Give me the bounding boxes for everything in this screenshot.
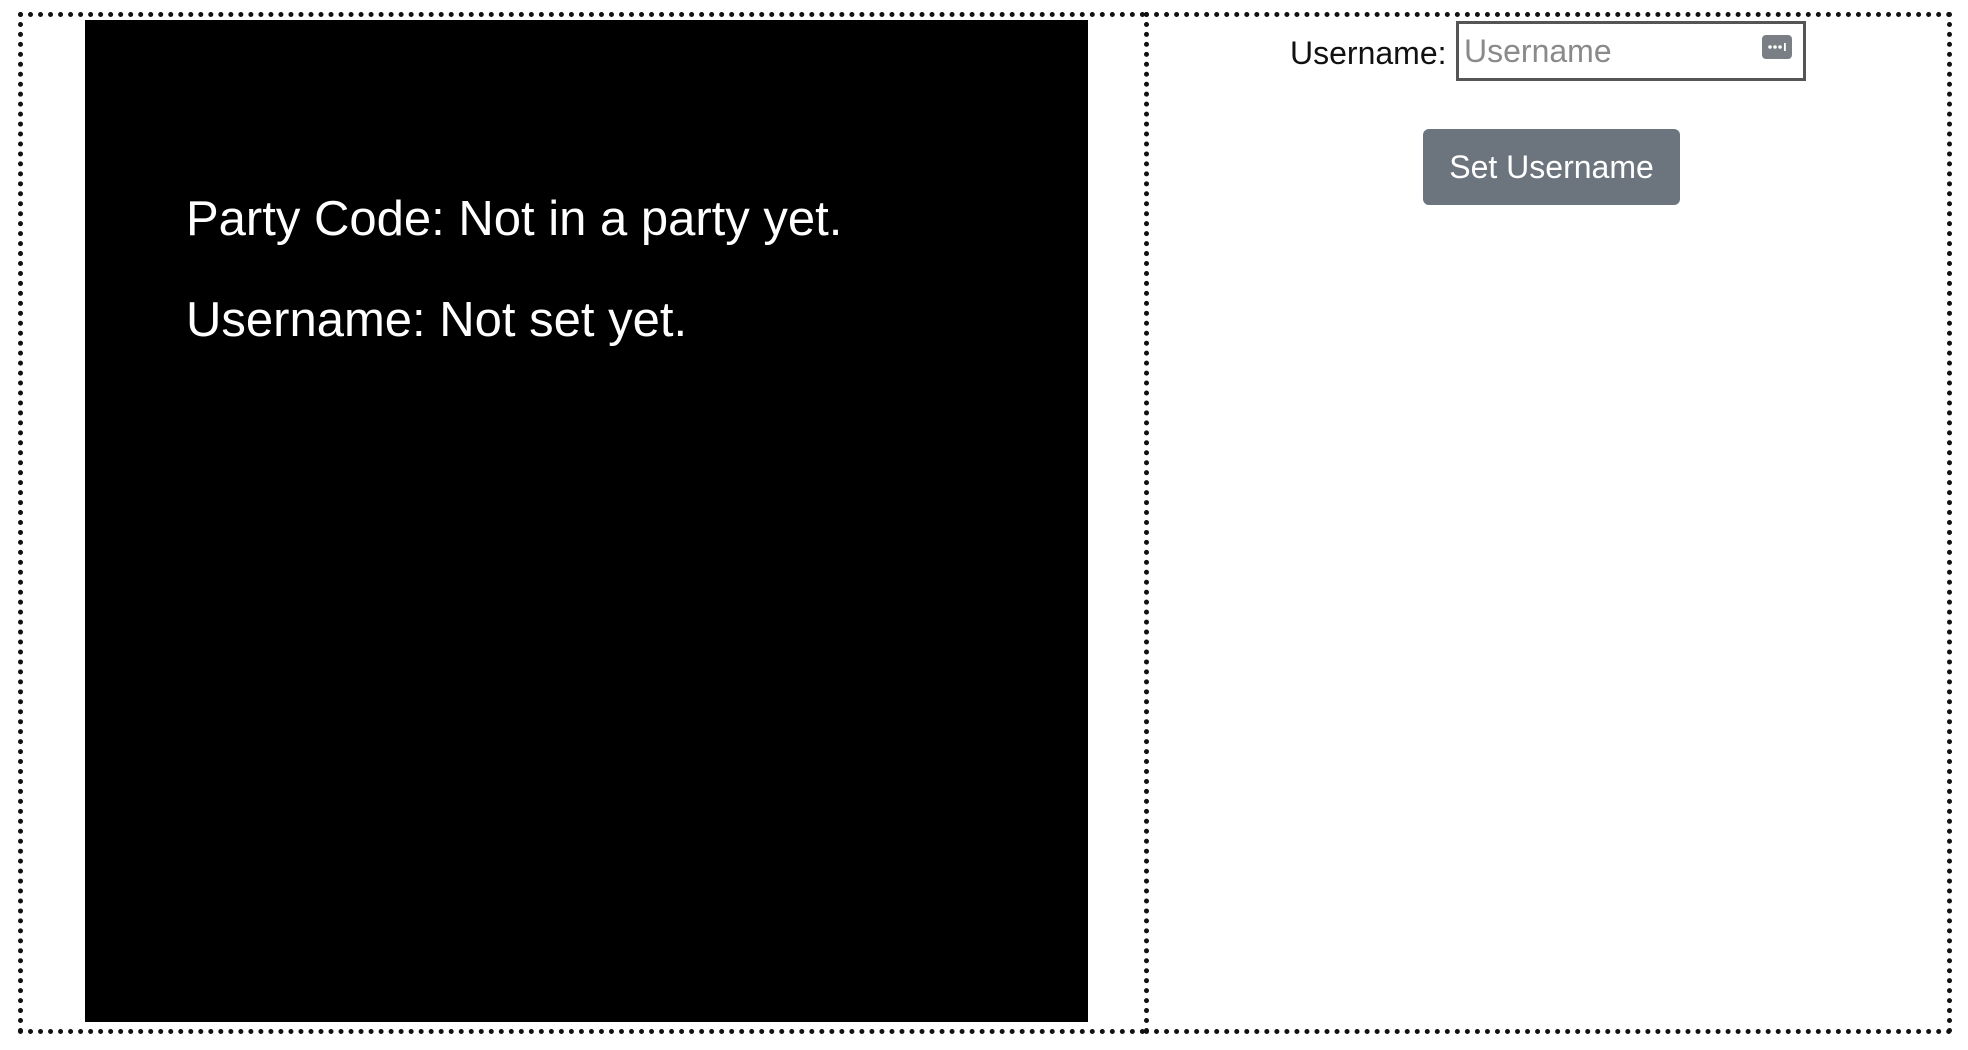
game-panel: Party Code: Not in a party yet. Username… (18, 12, 1146, 1034)
username-input[interactable] (1456, 21, 1806, 81)
password-manager-icon[interactable] (1762, 35, 1792, 59)
game-canvas[interactable]: Party Code: Not in a party yet. Username… (85, 20, 1088, 1022)
page: Party Code: Not in a party yet. Username… (0, 0, 1968, 1050)
party-code-text: Party Code: Not in a party yet. (186, 192, 843, 246)
username-form-row: Username: (1149, 21, 1947, 83)
username-label: Username: (1290, 35, 1447, 71)
username-status-text: Username: Not set yet. (186, 293, 688, 347)
dots-icon (1768, 43, 1786, 51)
controls-panel: Username: Set Username (1144, 12, 1952, 1034)
set-username-button[interactable]: Set Username (1423, 129, 1680, 205)
